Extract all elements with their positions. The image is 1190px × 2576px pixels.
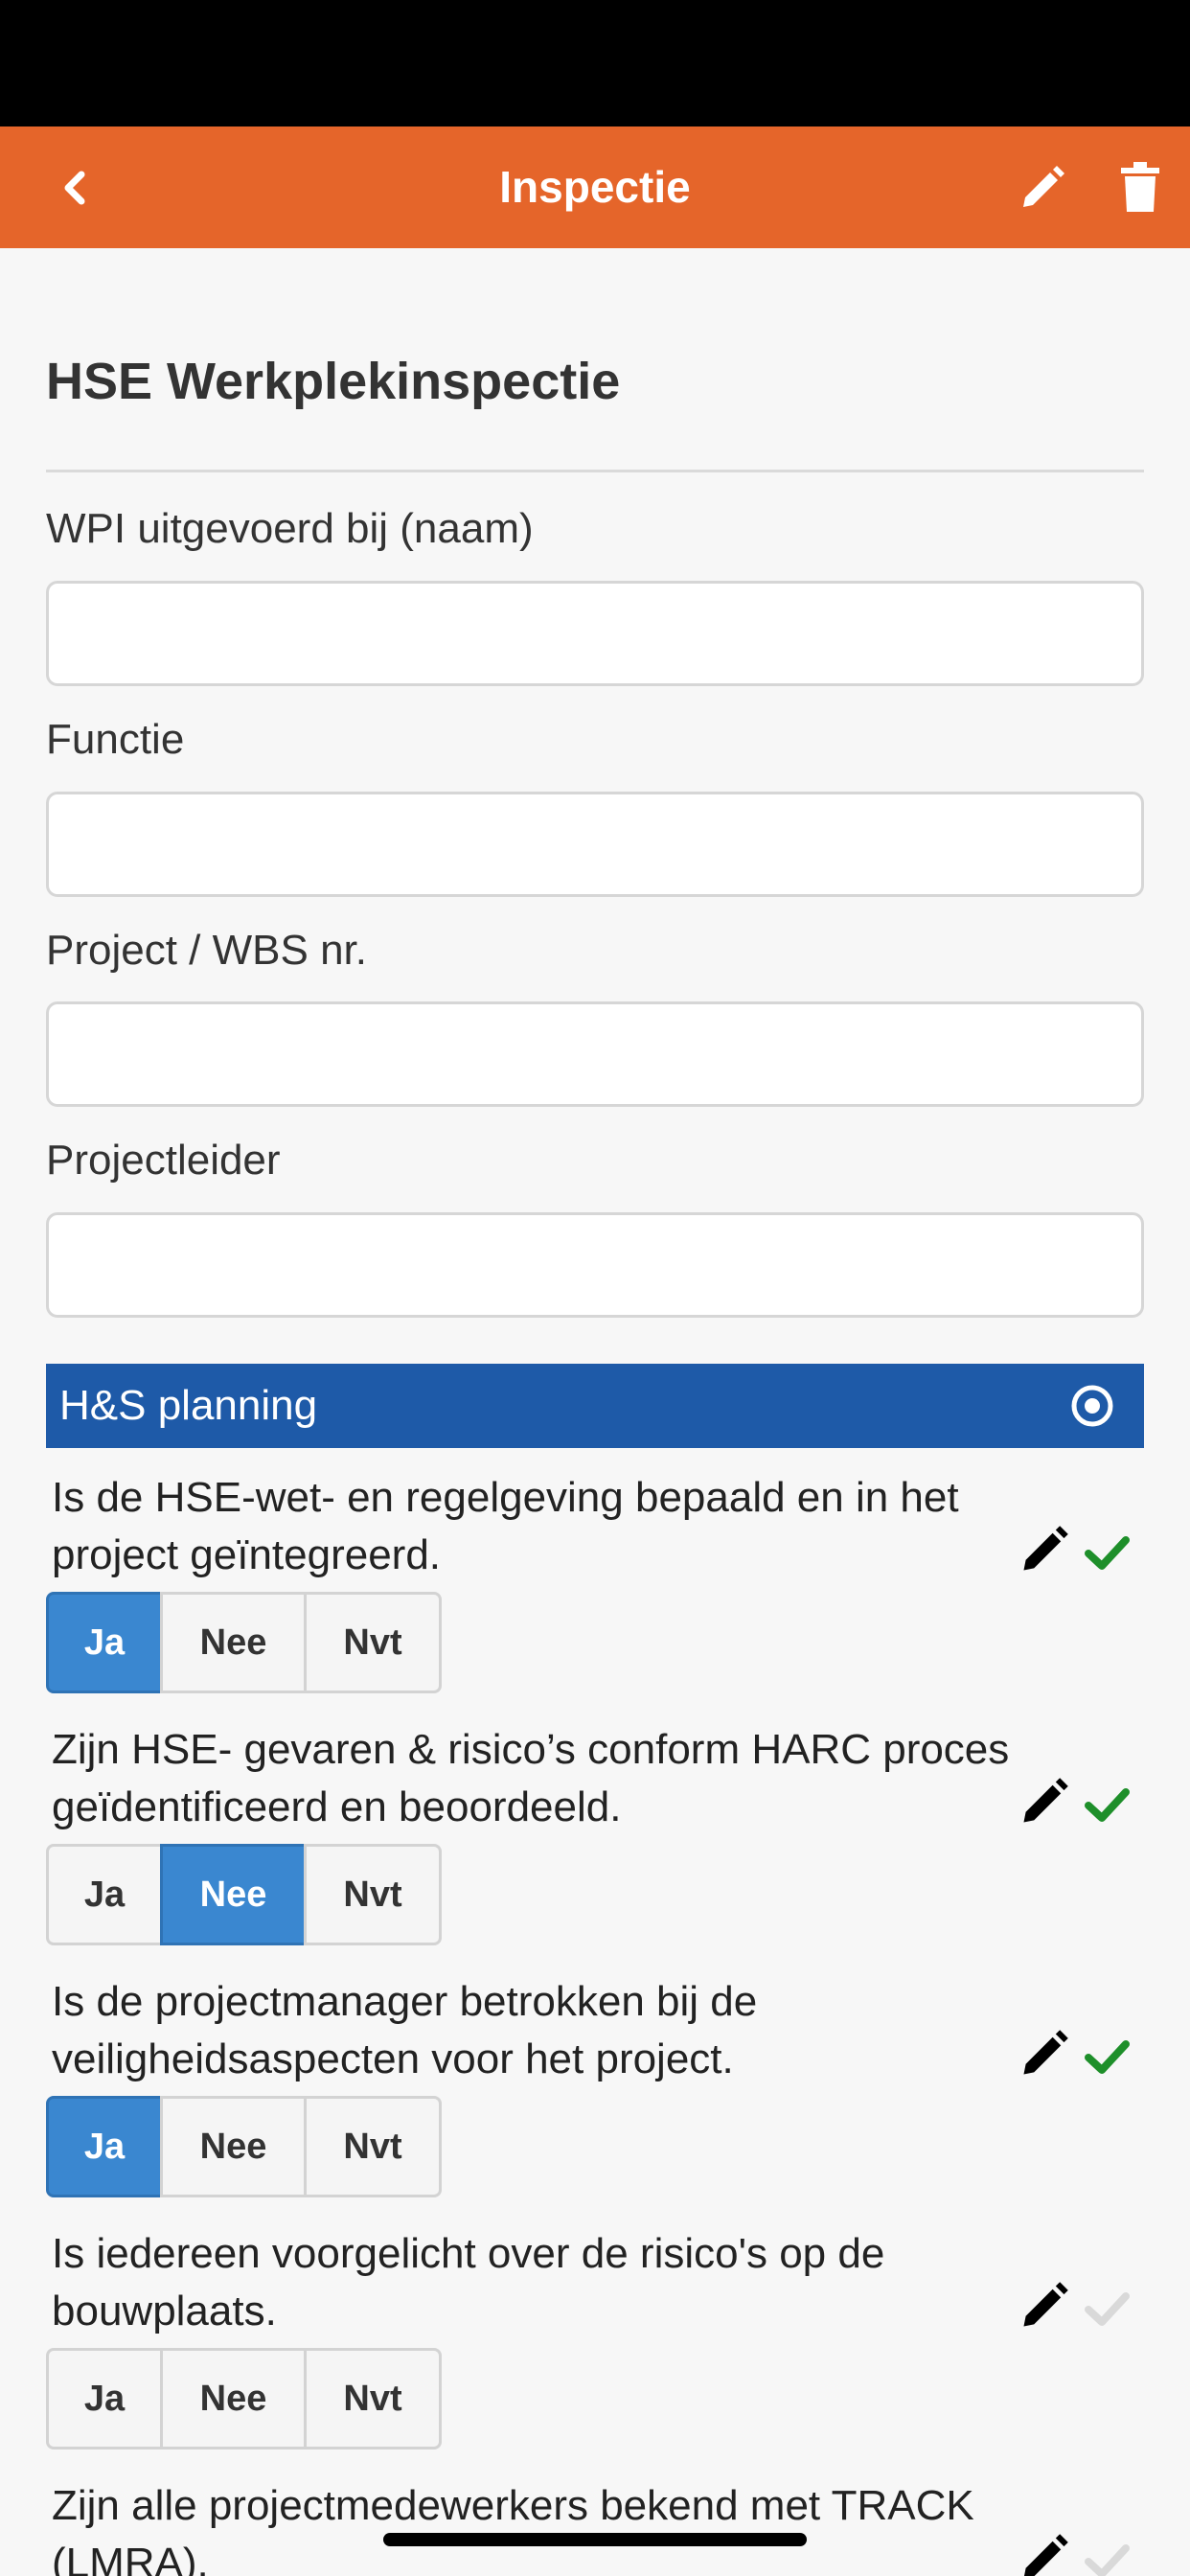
- question-text: Is de HSE-wet- en regelgeving bepaald en…: [52, 1474, 959, 1578]
- pencil-icon: [1023, 166, 1064, 207]
- question-text: Zijn HSE- gevaren & risico’s conform HAR…: [52, 1726, 1010, 1830]
- back-button[interactable]: [40, 153, 109, 222]
- answer-ja-button[interactable]: Ja: [46, 2348, 163, 2450]
- field-label-project-wbs: Project / WBS nr.: [46, 927, 367, 974]
- section-header-hs-planning[interactable]: H&S planning: [46, 1364, 1144, 1448]
- answer-nee-button[interactable]: Nee: [160, 1844, 307, 1945]
- answer-nee-button[interactable]: Nee: [160, 1592, 307, 1693]
- functie-input[interactable]: [46, 792, 1144, 897]
- home-indicator: [383, 2533, 807, 2546]
- field-label-projectleider: Projectleider: [46, 1137, 281, 1184]
- question-item: Zijn HSE- gevaren & risico’s conform HAR…: [46, 1721, 1144, 1972]
- chevron-left-icon: [64, 171, 85, 205]
- wpi-naam-input[interactable]: [46, 581, 1144, 686]
- pencil-icon[interactable]: [1018, 1775, 1071, 1828]
- answer-segmented-control: Ja Nee Nvt: [46, 2096, 442, 2197]
- check-icon: [1085, 2544, 1130, 2576]
- field-label-functie: Functie: [46, 716, 185, 763]
- check-icon: [1085, 2040, 1130, 2074]
- answer-nee-button[interactable]: Nee: [160, 2096, 307, 2197]
- question-item: Is iedereen voorgelicht over de risico's…: [46, 2225, 1144, 2476]
- delete-button[interactable]: [1106, 153, 1175, 222]
- divider: [46, 470, 1144, 472]
- answer-nee-button[interactable]: Nee: [160, 2348, 307, 2450]
- answer-segmented-control: Ja Nee Nvt: [46, 1844, 442, 1945]
- trash-icon: [1121, 162, 1159, 212]
- pencil-icon[interactable]: [1018, 2027, 1071, 2081]
- answer-segmented-control: Ja Nee Nvt: [46, 2348, 442, 2450]
- projectleider-input[interactable]: [46, 1212, 1144, 1318]
- pencil-icon[interactable]: [1018, 2531, 1071, 2576]
- status-bar: [0, 0, 1190, 126]
- nav-bar: Inspectie: [0, 126, 1190, 248]
- question-item: Is de projectmanager betrokken bij de ve…: [46, 1973, 1144, 2224]
- pencil-icon[interactable]: [1018, 1523, 1071, 1576]
- answer-nvt-button[interactable]: Nvt: [304, 1592, 442, 1693]
- section-title: H&S planning: [59, 1382, 318, 1429]
- check-icon: [1085, 1536, 1130, 1570]
- answer-nvt-button[interactable]: Nvt: [304, 2348, 442, 2450]
- question-item: Is de HSE-wet- en regelgeving bepaald en…: [46, 1469, 1144, 1720]
- answer-ja-button[interactable]: Ja: [46, 2096, 163, 2197]
- question-text: Is de projectmanager betrokken bij de ve…: [52, 1978, 758, 2082]
- check-icon: [1085, 2292, 1130, 2326]
- page-title: HSE Werkplekinspectie: [46, 353, 621, 410]
- answer-segmented-control: Ja Nee Nvt: [46, 1592, 442, 1693]
- radio-target-icon[interactable]: [1067, 1381, 1117, 1431]
- check-icon: [1085, 1788, 1130, 1822]
- field-label-wpi-naam: WPI uitgevoerd bij (naam): [46, 505, 534, 552]
- pencil-icon[interactable]: [1018, 2279, 1071, 2333]
- project-wbs-input[interactable]: [46, 1001, 1144, 1107]
- edit-button[interactable]: [1008, 153, 1077, 222]
- question-item: Zijn alle projectmedewerkers bekend met …: [46, 2477, 1144, 2576]
- question-text: Is iedereen voorgelicht over de risico's…: [52, 2230, 885, 2334]
- question-text: Zijn alle projectmedewerkers bekend met …: [52, 2482, 974, 2576]
- answer-ja-button[interactable]: Ja: [46, 1592, 163, 1693]
- answer-nvt-button[interactable]: Nvt: [304, 1844, 442, 1945]
- answer-ja-button[interactable]: Ja: [46, 1844, 163, 1945]
- answer-nvt-button[interactable]: Nvt: [304, 2096, 442, 2197]
